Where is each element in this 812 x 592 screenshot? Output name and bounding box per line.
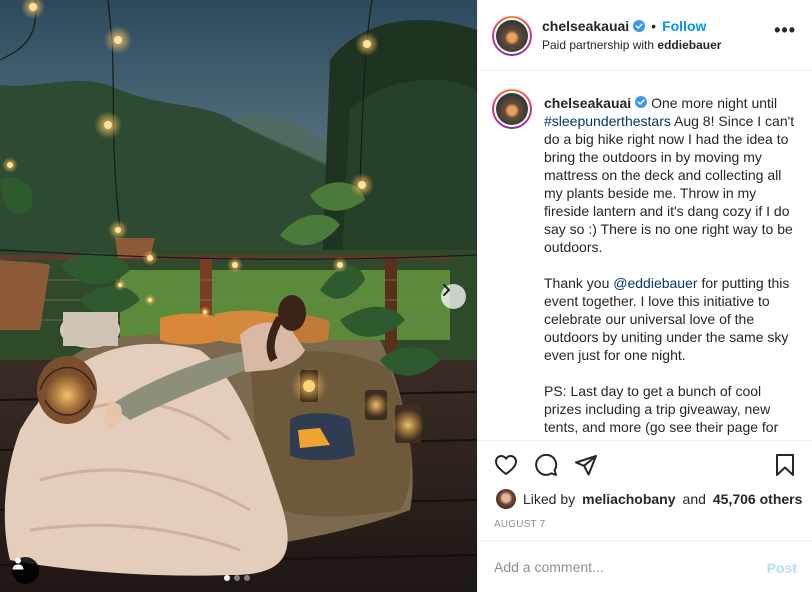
more-options-button[interactable]: ••• bbox=[774, 21, 796, 39]
caption-text: Thank you bbox=[544, 275, 610, 291]
share-button[interactable] bbox=[574, 453, 598, 477]
verified-badge-icon bbox=[633, 20, 646, 32]
post-date[interactable]: AUGUST 7 bbox=[494, 519, 545, 530]
carousel-indicator bbox=[224, 575, 250, 581]
carousel-dot bbox=[234, 575, 240, 581]
caption-text: PS: Last day to get a bunch of cool priz… bbox=[544, 383, 779, 435]
avatar-image bbox=[496, 93, 528, 125]
paid-partnership-label: Paid partnership with eddiebauer bbox=[542, 38, 722, 52]
author-avatar[interactable] bbox=[492, 16, 532, 56]
caption-username[interactable]: chelseakauai bbox=[544, 95, 631, 111]
comments-area[interactable]: chelseakauai One more night until #sleep… bbox=[478, 72, 812, 440]
liker-username[interactable]: meliachobany bbox=[582, 491, 675, 507]
save-button[interactable] bbox=[773, 453, 797, 477]
comment-input[interactable] bbox=[494, 555, 744, 579]
liker-avatar[interactable] bbox=[496, 489, 516, 509]
separator-dot: • bbox=[651, 18, 657, 34]
author-username[interactable]: chelseakauai bbox=[542, 18, 629, 34]
post-comment-button[interactable]: Post bbox=[767, 560, 797, 576]
share-icon bbox=[575, 455, 597, 476]
post-header: chelseakauai • Follow Paid partnership w… bbox=[478, 0, 812, 71]
carousel-dot bbox=[244, 575, 250, 581]
mention-link[interactable]: @eddiebauer bbox=[613, 275, 697, 291]
carousel-next-button[interactable] bbox=[441, 284, 466, 309]
heart-icon bbox=[495, 455, 517, 475]
post-side-panel: chelseakauai • Follow Paid partnership w… bbox=[477, 0, 812, 592]
caption-text: Aug 8! Since I can't do a big hike right… bbox=[544, 113, 795, 255]
caption-author-avatar[interactable] bbox=[492, 89, 532, 129]
comment-icon bbox=[535, 453, 558, 476]
hashtag-link[interactable]: #sleepunderthestars bbox=[544, 113, 671, 129]
post-photo[interactable] bbox=[0, 0, 477, 592]
photo-scene bbox=[0, 0, 477, 592]
partner-link[interactable]: eddiebauer bbox=[657, 38, 721, 52]
user-tag-button[interactable] bbox=[12, 557, 39, 584]
caption-text: One more night until bbox=[651, 95, 778, 111]
instagram-post: chelseakauai • Follow Paid partnership w… bbox=[0, 0, 812, 592]
post-caption: chelseakauai One more night until #sleep… bbox=[544, 94, 802, 440]
carousel-dot-active bbox=[224, 575, 230, 581]
add-comment-bar: Post bbox=[478, 540, 812, 592]
follow-button[interactable]: Follow bbox=[662, 18, 706, 34]
bookmark-icon bbox=[776, 454, 794, 476]
avatar-image bbox=[496, 20, 528, 52]
verified-badge-icon bbox=[635, 96, 648, 108]
likes-summary: Liked by meliachobany and 45,706 others bbox=[496, 489, 802, 509]
like-button[interactable] bbox=[494, 453, 518, 477]
comment-button[interactable] bbox=[534, 453, 558, 477]
chevron-right-icon bbox=[443, 284, 450, 296]
user-tag-icon bbox=[12, 557, 24, 570]
post-actions: Liked by meliachobany and 45,706 others … bbox=[478, 440, 812, 539]
likes-count-link[interactable]: 45,706 others bbox=[713, 491, 803, 507]
